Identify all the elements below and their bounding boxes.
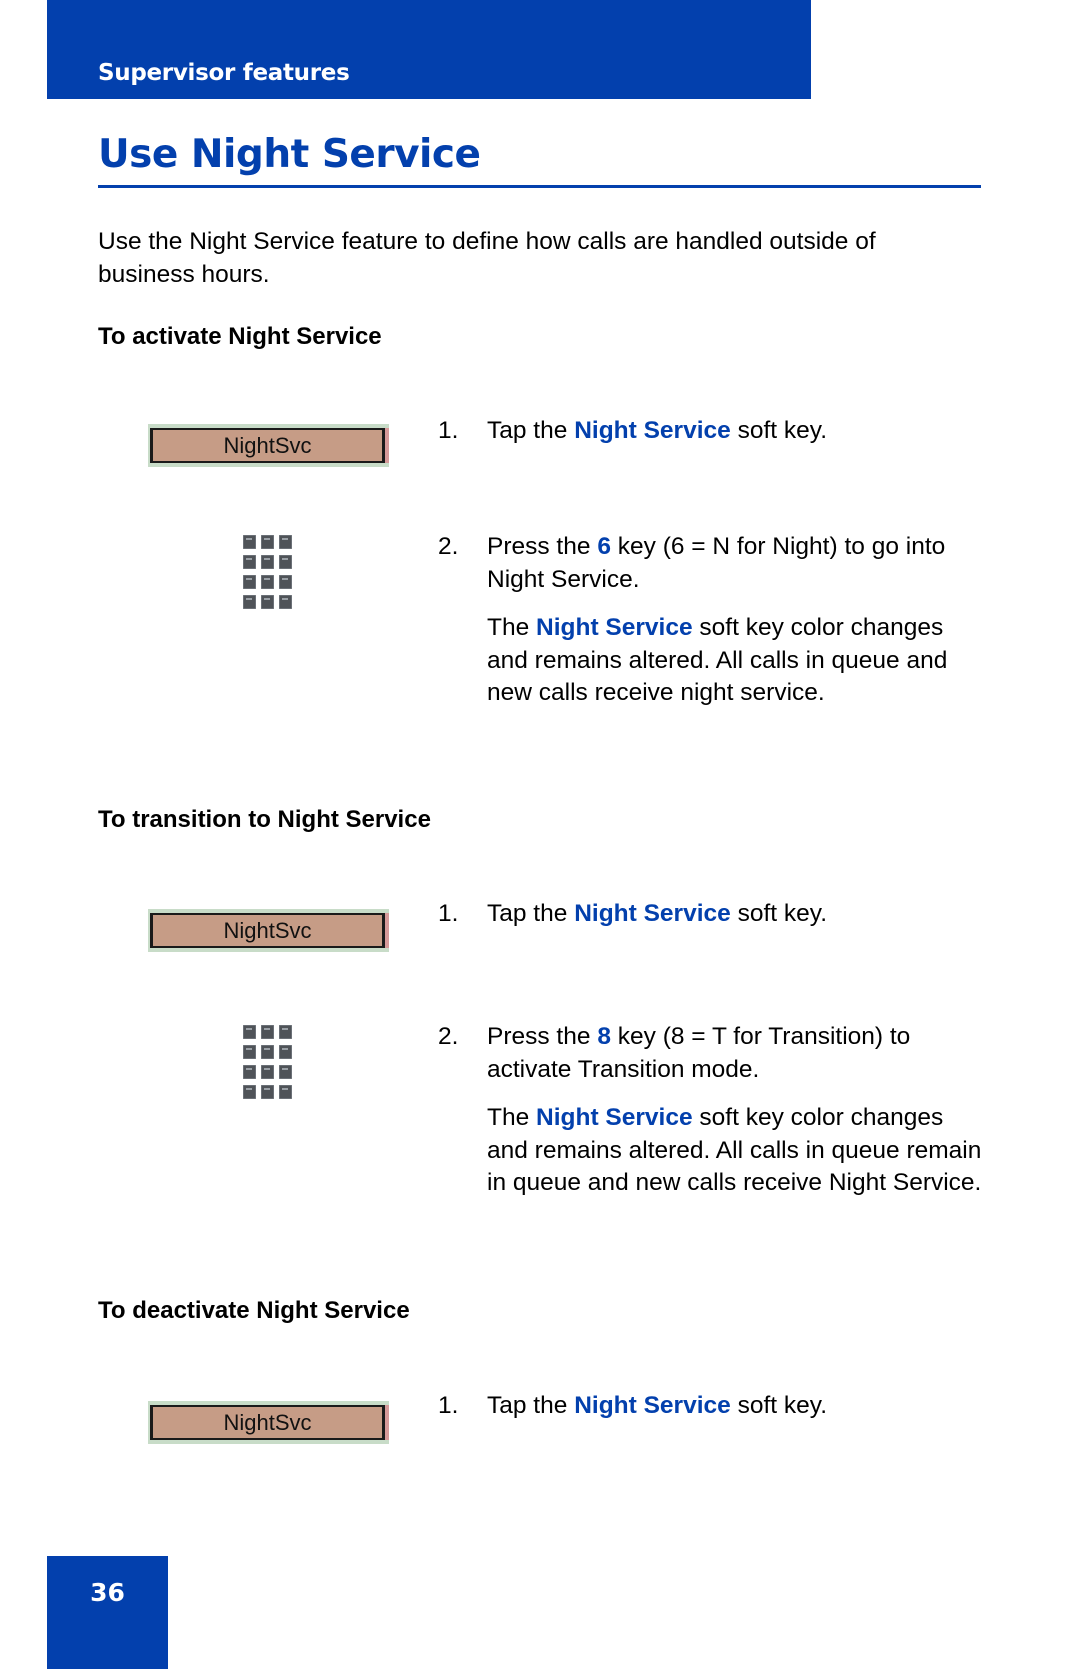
step-text: Tap the Night Service soft key. <box>487 898 977 931</box>
dialpad-key <box>261 575 274 589</box>
step-text: Press the 8 key (8 = T for Transition) t… <box>487 1021 977 1086</box>
dialpad-key <box>279 575 292 589</box>
step-text-pre: Tap the <box>487 417 575 444</box>
nightsvc-softkey-deactivate[interactable]: NightSvc <box>148 1401 389 1444</box>
dialpad-icon <box>243 535 293 611</box>
section-heading-activate: To activate Night Service <box>98 323 382 350</box>
note-pre: The <box>487 1104 537 1131</box>
dialpad-key <box>261 1025 274 1039</box>
dialpad-key <box>243 1025 256 1039</box>
step-text: Tap the Night Service soft key. <box>487 1390 977 1423</box>
note-pre: The <box>487 614 537 641</box>
page-number: 36 <box>90 1578 125 1607</box>
title-divider <box>98 185 981 188</box>
dialpad-key <box>279 555 292 569</box>
note-transition: The Night Service soft key color changes… <box>487 1102 987 1200</box>
step-text-post: soft key. <box>730 900 827 927</box>
dialpad-key <box>261 1085 274 1099</box>
softkey-label: NightSvc <box>150 913 385 948</box>
step-number: 1. <box>438 900 459 927</box>
dialpad-key <box>261 595 274 609</box>
section-title: Supervisor features <box>98 60 350 86</box>
intro-paragraph: Use the Night Service feature to define … <box>98 228 876 288</box>
step-text-post: soft key. <box>730 1392 827 1419</box>
section-heading-deactivate: To deactivate Night Service <box>98 1297 410 1324</box>
dialpad-key <box>243 595 256 609</box>
step-text: Tap the Night Service soft key. <box>487 415 977 448</box>
dialpad-key <box>261 535 274 549</box>
header-banner: Supervisor features <box>47 0 811 99</box>
dialpad-key <box>279 595 292 609</box>
nightsvc-softkey-activate[interactable]: NightSvc <box>148 424 389 467</box>
dialpad-key <box>279 1025 292 1039</box>
softkey-reference: Night Service <box>536 1104 693 1131</box>
softkey-edge <box>385 428 389 463</box>
note-activate: The Night Service soft key color changes… <box>487 612 987 710</box>
step-number: 2. <box>438 533 459 560</box>
dialpad-key <box>243 1045 256 1059</box>
page-number-box: 36 <box>47 1556 168 1669</box>
section-heading-transition: To transition to Night Service <box>98 806 431 833</box>
key-reference: 6 <box>597 533 611 560</box>
step-text-pre: Press the <box>487 533 598 560</box>
dialpad-key <box>243 575 256 589</box>
key-reference: 8 <box>597 1023 611 1050</box>
dialpad-key <box>261 1045 274 1059</box>
softkey-reference: Night Service <box>574 1392 731 1419</box>
softkey-edge <box>385 913 389 948</box>
dialpad-key <box>279 1065 292 1079</box>
page-title: Use Night Service <box>98 132 481 177</box>
step-text-pre: Press the <box>487 1023 598 1050</box>
softkey-edge <box>385 1405 389 1440</box>
step-text: Press the 6 key (6 = N for Night) to go … <box>487 531 977 596</box>
dialpad-key <box>261 1065 274 1079</box>
dialpad-key <box>243 535 256 549</box>
softkey-reference: Night Service <box>536 614 693 641</box>
dialpad-icon <box>243 1025 293 1101</box>
dialpad-key <box>261 555 274 569</box>
dialpad-key <box>279 1045 292 1059</box>
step-text-pre: Tap the <box>487 900 575 927</box>
softkey-label: NightSvc <box>150 428 385 463</box>
softkey-reference: Night Service <box>574 900 731 927</box>
step-number: 1. <box>438 417 459 444</box>
dialpad-key <box>243 1065 256 1079</box>
step-text-post: soft key. <box>730 417 827 444</box>
softkey-reference: Night Service <box>574 417 731 444</box>
step-text-pre: Tap the <box>487 1392 575 1419</box>
dialpad-key <box>243 555 256 569</box>
nightsvc-softkey-transition[interactable]: NightSvc <box>148 909 389 952</box>
dialpad-key <box>279 535 292 549</box>
step-number: 2. <box>438 1023 459 1050</box>
softkey-label: NightSvc <box>150 1405 385 1440</box>
dialpad-key <box>279 1085 292 1099</box>
step-number: 1. <box>438 1392 459 1419</box>
dialpad-key <box>243 1085 256 1099</box>
